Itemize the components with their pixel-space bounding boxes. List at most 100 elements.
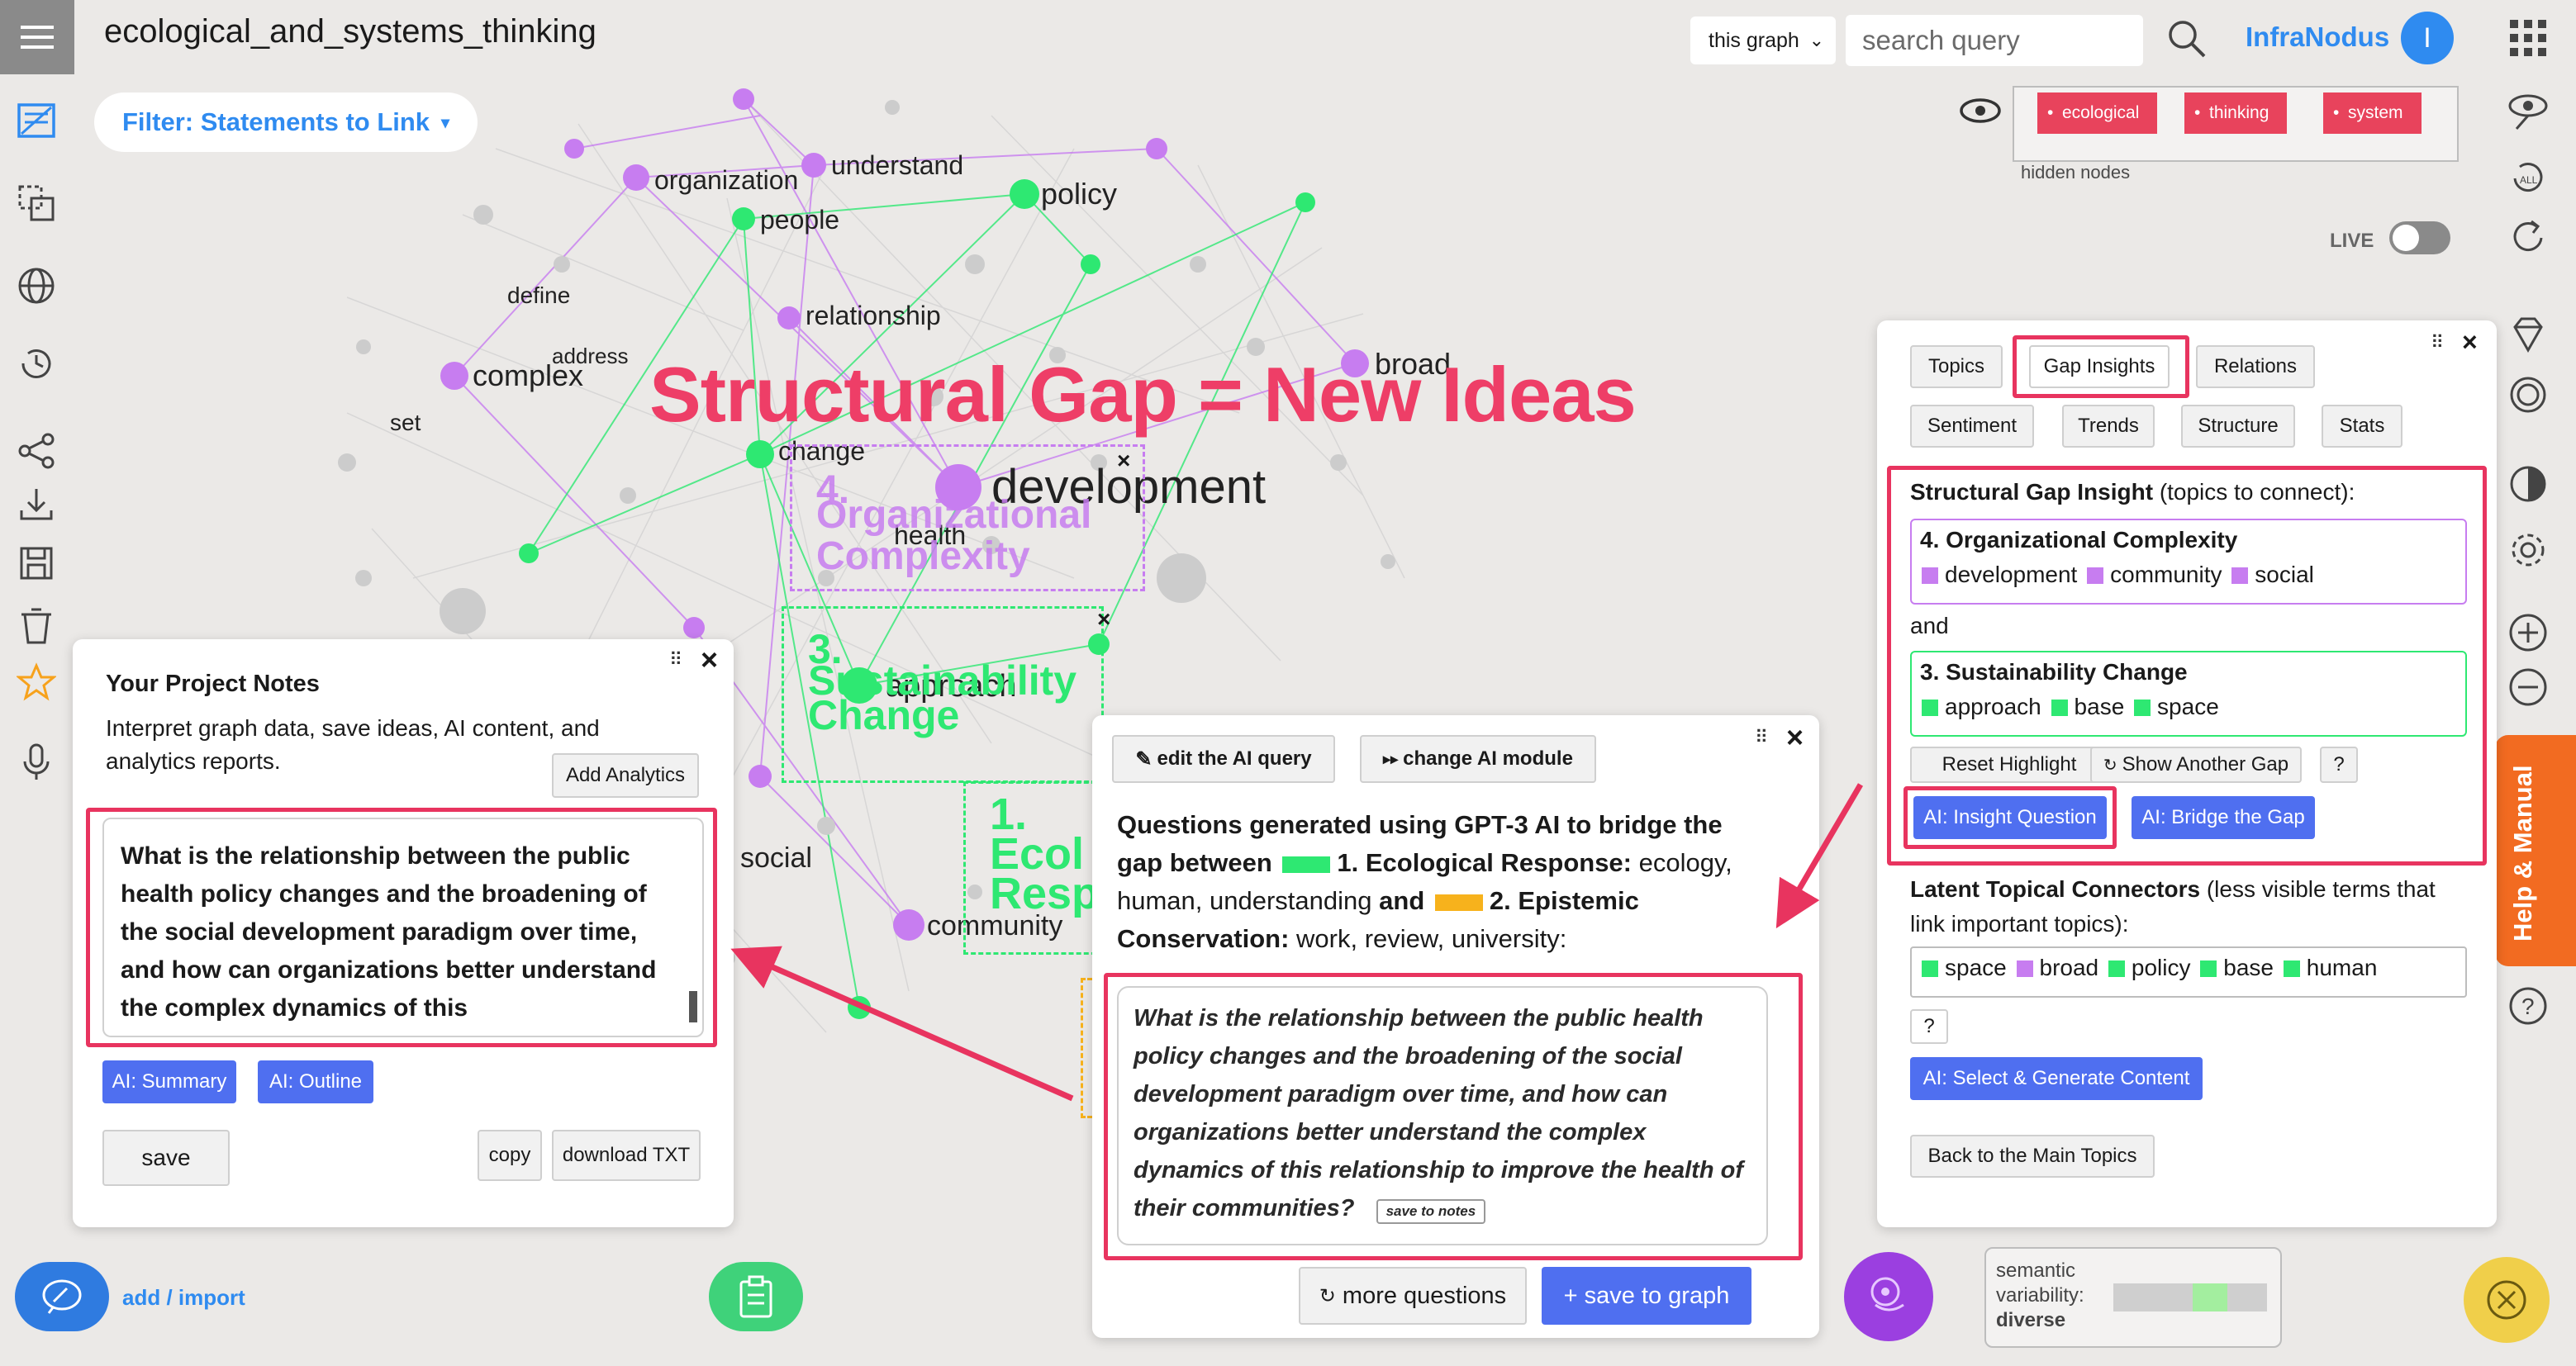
- refresh-icon: ↻: [2103, 756, 2117, 775]
- pencil-icon: ✎: [1135, 747, 1153, 771]
- topic-b-terms: approach base space: [1918, 694, 2219, 720]
- refresh-icon: ↻: [1319, 1284, 1336, 1307]
- visibility-eye-icon[interactable]: [2503, 86, 2553, 135]
- node-label-social[interactable]: social: [740, 842, 812, 875]
- variability-marker: [2193, 1283, 2227, 1311]
- graph-title: ecological_and_systems_thinking: [104, 13, 596, 50]
- node-label-complex[interactable]: complex: [473, 358, 583, 393]
- connector-policy[interactable]: policy: [2132, 955, 2191, 980]
- add-import-link[interactable]: add / import: [122, 1285, 245, 1311]
- connectors-help-button[interactable]: ?: [1910, 1009, 1948, 1044]
- history-icon[interactable]: [12, 339, 61, 388]
- insights-close-icon[interactable]: ×: [2462, 327, 2478, 358]
- notes-highlight-frame: [86, 808, 717, 1047]
- ai-outline-button[interactable]: AI: Outline: [258, 1060, 373, 1103]
- topic-4-close-icon[interactable]: ×: [1117, 448, 1130, 474]
- refresh-icon[interactable]: [2503, 213, 2553, 263]
- topic-a-title: 4. Organizational Complexity: [1920, 527, 2238, 553]
- tab-relations[interactable]: Relations: [2196, 345, 2315, 388]
- download-txt-button[interactable]: download TXT: [552, 1130, 701, 1181]
- show-another-gap-button[interactable]: ↻ Show Another Gap: [2090, 747, 2302, 783]
- node-label-set[interactable]: set: [390, 410, 421, 436]
- search-icon[interactable]: [2165, 17, 2208, 64]
- help-question-icon[interactable]: ?: [2503, 981, 2553, 1031]
- connector-base[interactable]: base: [2223, 955, 2274, 980]
- hamburger-menu-button[interactable]: [0, 0, 74, 74]
- drag-handle-icon[interactable]: ⠿: [2431, 332, 2445, 353]
- add-import-button[interactable]: [15, 1262, 109, 1331]
- node-label-policy[interactable]: policy: [1041, 177, 1117, 211]
- help-manual-tab[interactable]: Help & Manual: [2495, 735, 2576, 966]
- ai-brain-button[interactable]: [1844, 1252, 1933, 1341]
- brand-logo[interactable]: InfraNodus: [2246, 21, 2389, 53]
- node-label-organization[interactable]: organization: [654, 165, 798, 196]
- search-input[interactable]: search query: [1846, 15, 2143, 66]
- drag-handle-icon[interactable]: ⠿: [1755, 727, 1769, 748]
- text-editor-icon[interactable]: [12, 96, 61, 145]
- edit-ai-query-button[interactable]: ✎ edit the AI query: [1112, 735, 1335, 783]
- apps-grid-icon[interactable]: [2503, 13, 2553, 63]
- scope-select[interactable]: this graph ⌄: [1690, 17, 1836, 64]
- copy-button[interactable]: copy: [478, 1130, 542, 1181]
- and-label: and: [1910, 613, 1949, 638]
- save-disk-icon[interactable]: [12, 538, 61, 588]
- trash-icon[interactable]: [12, 601, 61, 651]
- contrast-icon[interactable]: [2503, 459, 2553, 509]
- notes-close-icon[interactable]: ×: [701, 643, 718, 677]
- connector-space[interactable]: space: [1945, 955, 2007, 980]
- node-label-relationship[interactable]: relationship: [806, 301, 941, 331]
- reload-all-icon[interactable]: ALL: [2503, 154, 2553, 203]
- globe-icon[interactable]: [12, 261, 61, 311]
- user-avatar[interactable]: I: [2401, 12, 2454, 64]
- tab-sentiment[interactable]: Sentiment: [1910, 405, 2034, 448]
- zoom-in-icon[interactable]: [2503, 608, 2553, 657]
- fast-forward-icon: ▸▸: [1383, 750, 1399, 767]
- diamond-icon[interactable]: [2503, 311, 2553, 360]
- tab-stats[interactable]: Stats: [2322, 405, 2403, 448]
- reset-highlight-button[interactable]: Reset Highlight: [1910, 747, 2108, 783]
- microphone-icon[interactable]: [12, 737, 61, 786]
- ai-summary-button[interactable]: AI: Summary: [102, 1060, 236, 1103]
- chevron-down-icon: ⌄: [1808, 30, 1824, 50]
- live-label: LIVE: [2330, 230, 2374, 252]
- close-circle-button[interactable]: [2464, 1257, 2550, 1343]
- topic-a-terms: development community social: [1918, 562, 2314, 588]
- ai-select-generate-button[interactable]: AI: Select & Generate Content: [1910, 1057, 2203, 1100]
- star-icon[interactable]: [12, 657, 61, 707]
- ai-bridge-gap-button[interactable]: AI: Bridge the Gap: [2132, 796, 2315, 839]
- save-button[interactable]: save: [102, 1130, 230, 1186]
- caret-down-icon: ▾: [441, 113, 450, 132]
- connector-broad[interactable]: broad: [2040, 955, 2099, 980]
- tab-trends[interactable]: Trends: [2062, 405, 2155, 448]
- gap-help-button[interactable]: ?: [2320, 747, 2358, 783]
- filter-dropdown[interactable]: Filter: Statements to Link ▾: [94, 92, 478, 152]
- topic-3-close-icon[interactable]: ×: [1097, 606, 1110, 633]
- back-main-topics-button[interactable]: Back to the Main Topics: [1910, 1135, 2155, 1178]
- save-to-graph-button[interactable]: + save to graph: [1542, 1267, 1751, 1325]
- connector-human[interactable]: human: [2307, 955, 2378, 980]
- hidden-tag-thinking[interactable]: thinking: [2184, 92, 2288, 134]
- share-icon[interactable]: [12, 426, 61, 476]
- change-ai-module-button[interactable]: ▸▸ change AI module: [1360, 735, 1596, 783]
- tab-topics[interactable]: Topics: [1910, 345, 2003, 388]
- settings-gear-icon[interactable]: [2503, 525, 2553, 575]
- eye-icon[interactable]: [1958, 94, 2003, 131]
- ai-panel-close-icon[interactable]: ×: [1786, 720, 1804, 755]
- select-area-icon[interactable]: [12, 178, 61, 228]
- notes-toggle-button[interactable]: [709, 1262, 803, 1331]
- node-label-people[interactable]: people: [760, 205, 839, 235]
- brain-hand-icon: [1870, 1277, 1904, 1311]
- add-analytics-button[interactable]: Add Analytics: [552, 753, 699, 798]
- target-circle-icon[interactable]: [2503, 370, 2553, 420]
- clipboard-icon: [739, 1275, 772, 1318]
- node-label-understand[interactable]: understand: [831, 150, 963, 181]
- hidden-tag-ecological[interactable]: ecological: [2037, 92, 2158, 134]
- hidden-tag-system[interactable]: system: [2323, 92, 2422, 134]
- live-toggle[interactable]: [2389, 221, 2450, 254]
- zoom-out-icon[interactable]: [2503, 662, 2553, 712]
- node-label-define[interactable]: define: [507, 282, 570, 309]
- drag-handle-icon[interactable]: ⠿: [669, 649, 683, 671]
- more-questions-button[interactable]: ↻ more questions: [1299, 1267, 1527, 1325]
- download-icon[interactable]: [12, 479, 61, 529]
- tab-structure[interactable]: Structure: [2181, 405, 2295, 448]
